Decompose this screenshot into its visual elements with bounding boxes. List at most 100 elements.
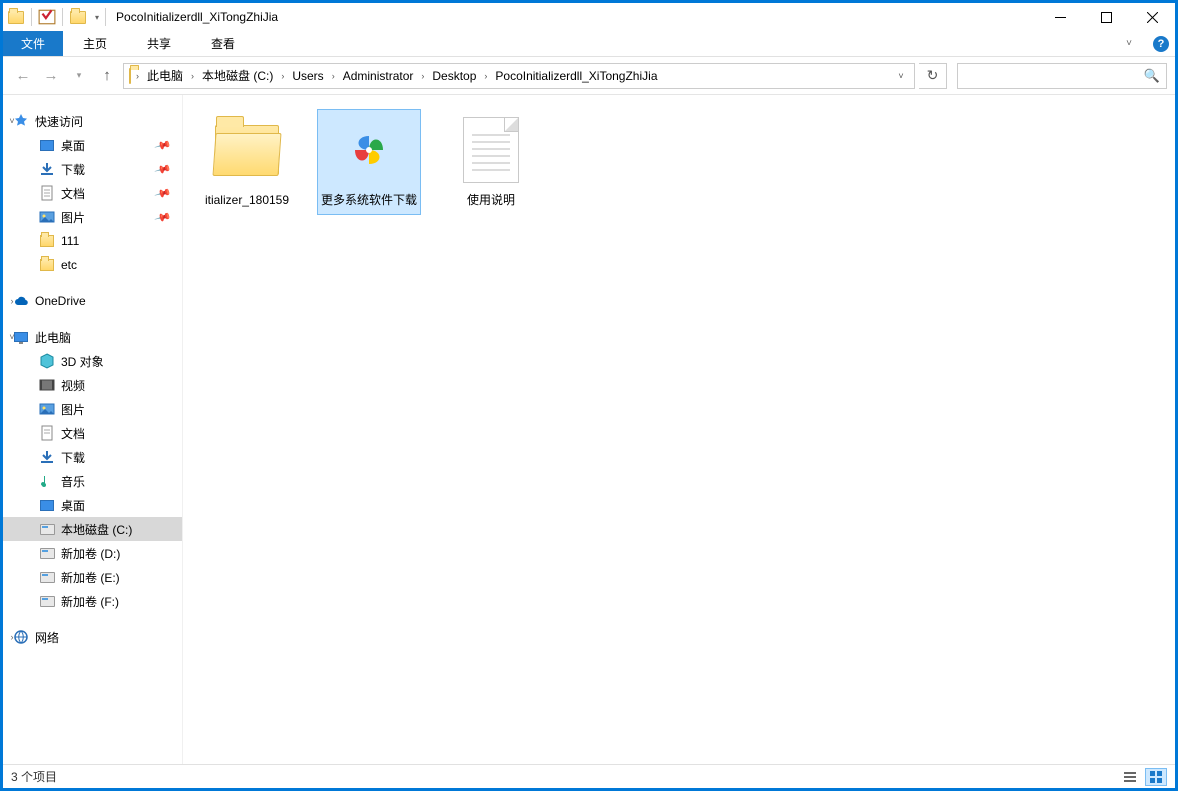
quick-access-toolbar: ▾	[3, 3, 110, 31]
file-item-text[interactable]: 使用说明	[439, 109, 543, 215]
file-list[interactable]: itializer_180159 更多系统软件下载 使用说明	[183, 95, 1175, 764]
pin-icon: 📌	[154, 184, 172, 202]
view-icons-button[interactable]	[1145, 768, 1167, 786]
tree-label: 下载	[61, 161, 85, 178]
picture-icon	[39, 209, 55, 225]
qat-dropdown-icon[interactable]: ▾	[95, 13, 99, 22]
tree-item-3dobjects[interactable]: 3D 对象	[3, 349, 182, 373]
chevron-right-icon[interactable]: ›	[133, 71, 142, 81]
tree-item-downloads[interactable]: 下载 📌	[3, 157, 182, 181]
expand-icon[interactable]: ›	[7, 296, 17, 306]
breadcrumb-segment[interactable]: 此电脑	[142, 64, 188, 88]
minimize-button[interactable]	[1037, 3, 1083, 31]
breadcrumb-segment[interactable]: PocoInitializerdll_XiTongZhiJia	[490, 64, 662, 88]
file-item-shortcut[interactable]: 更多系统软件下载	[317, 109, 421, 215]
tree-item-music[interactable]: 音乐	[3, 469, 182, 493]
breadcrumb-segment[interactable]: Users	[287, 64, 328, 88]
tree-item-pictures[interactable]: 图片 📌	[3, 205, 182, 229]
separator	[62, 8, 63, 26]
chevron-right-icon[interactable]: ›	[481, 71, 490, 81]
computer-icon	[13, 329, 29, 345]
breadcrumb-segment[interactable]: Administrator	[338, 64, 419, 88]
tree-label: 新加卷 (F:)	[61, 593, 119, 610]
nav-back-button[interactable]: ←	[11, 64, 35, 88]
tree-network[interactable]: › 网络	[3, 625, 182, 649]
tab-home[interactable]: 主页	[63, 31, 127, 56]
view-details-button[interactable]	[1119, 768, 1141, 786]
tree-item-pictures[interactable]: 图片	[3, 397, 182, 421]
tree-onedrive[interactable]: › OneDrive	[3, 289, 182, 313]
ribbon-collapse-icon[interactable]: ˅	[1111, 31, 1147, 56]
chevron-right-icon[interactable]: ›	[188, 71, 197, 81]
desktop-icon	[39, 137, 55, 153]
nav-recent-dropdown[interactable]: ▾	[67, 64, 91, 88]
drive-icon	[39, 569, 55, 585]
address-history-dropdown[interactable]: ˅	[890, 71, 912, 81]
search-input[interactable]: 🔍	[957, 63, 1167, 89]
close-button[interactable]	[1129, 3, 1175, 31]
tree-item-folder[interactable]: etc	[3, 253, 182, 277]
pin-icon: 📌	[154, 160, 172, 178]
address-bar[interactable]: › 此电脑 › 本地磁盘 (C:) › Users › Administrato…	[123, 63, 915, 89]
tree-item-drive-e[interactable]: 新加卷 (E:)	[3, 565, 182, 589]
3d-icon	[39, 353, 55, 369]
tree-item-folder[interactable]: 111	[3, 229, 182, 253]
tree-label: OneDrive	[35, 294, 86, 308]
pin-icon: 📌	[154, 136, 172, 154]
tree-label: 图片	[61, 401, 85, 418]
tree-label: 音乐	[61, 473, 85, 490]
tab-view[interactable]: 查看	[191, 31, 255, 56]
maximize-button[interactable]	[1083, 3, 1129, 31]
tab-share[interactable]: 共享	[127, 31, 191, 56]
tab-file[interactable]: 文件	[3, 31, 63, 56]
tree-item-drive-c[interactable]: 本地磁盘 (C:)	[3, 517, 182, 541]
text-file-icon	[455, 114, 527, 186]
tree-item-drive-d[interactable]: 新加卷 (D:)	[3, 541, 182, 565]
navigation-tree[interactable]: ˅ 快速访问 桌面📌 下载📌 文档📌 图片📌 111 etc › OneDriv…	[3, 95, 183, 764]
tree-item-drive-f[interactable]: 新加卷 (F:)	[3, 589, 182, 613]
file-name: 使用说明	[465, 192, 517, 208]
document-icon	[39, 425, 55, 441]
status-bar: 3 个项目	[3, 764, 1175, 788]
file-item-folder[interactable]: itializer_180159	[195, 109, 299, 215]
help-button[interactable]: ?	[1147, 31, 1175, 56]
tree-this-pc[interactable]: ˅ 此电脑	[3, 325, 182, 349]
tree-label: 图片	[61, 209, 85, 226]
refresh-button[interactable]: ↻	[919, 63, 947, 89]
expand-icon[interactable]: ˅	[7, 116, 17, 126]
breadcrumb-segment[interactable]: Desktop	[427, 64, 481, 88]
navigation-bar: ← → ▾ ↑ › 此电脑 › 本地磁盘 (C:) › Users › Admi…	[3, 57, 1175, 95]
pin-icon: 📌	[154, 208, 172, 226]
chevron-right-icon[interactable]: ›	[278, 71, 287, 81]
tree-item-documents[interactable]: 文档	[3, 421, 182, 445]
tree-label: 快速访问	[35, 113, 83, 130]
tree-label: 此电脑	[35, 329, 71, 346]
tree-label: 文档	[61, 185, 85, 202]
drive-icon	[39, 593, 55, 609]
tree-item-desktop[interactable]: 桌面	[3, 493, 182, 517]
nav-forward-button[interactable]: →	[39, 64, 63, 88]
chevron-right-icon[interactable]: ›	[329, 71, 338, 81]
expand-icon[interactable]: ›	[7, 632, 17, 642]
search-icon: 🔍	[1144, 68, 1160, 84]
breadcrumb-segment[interactable]: 本地磁盘 (C:)	[197, 64, 278, 88]
separator	[105, 8, 106, 26]
tree-label: 111	[61, 234, 79, 248]
folder-icon	[129, 69, 131, 83]
window-title: PocoInitializerdll_XiTongZhiJia	[110, 10, 278, 24]
drive-icon	[39, 521, 55, 537]
tree-item-downloads[interactable]: 下载	[3, 445, 182, 469]
download-icon	[39, 449, 55, 465]
properties-icon[interactable]	[38, 8, 56, 26]
tree-quick-access[interactable]: ˅ 快速访问	[3, 109, 182, 133]
folder-icon[interactable]	[69, 8, 87, 26]
tree-item-videos[interactable]: 视频	[3, 373, 182, 397]
tree-label: 桌面	[61, 497, 85, 514]
tree-label: 视频	[61, 377, 85, 394]
nav-up-button[interactable]: ↑	[95, 64, 119, 88]
folder-icon	[39, 233, 55, 249]
tree-item-documents[interactable]: 文档 📌	[3, 181, 182, 205]
chevron-right-icon[interactable]: ›	[418, 71, 427, 81]
status-text: 3 个项目	[11, 768, 57, 785]
tree-item-desktop[interactable]: 桌面📌	[3, 133, 182, 157]
